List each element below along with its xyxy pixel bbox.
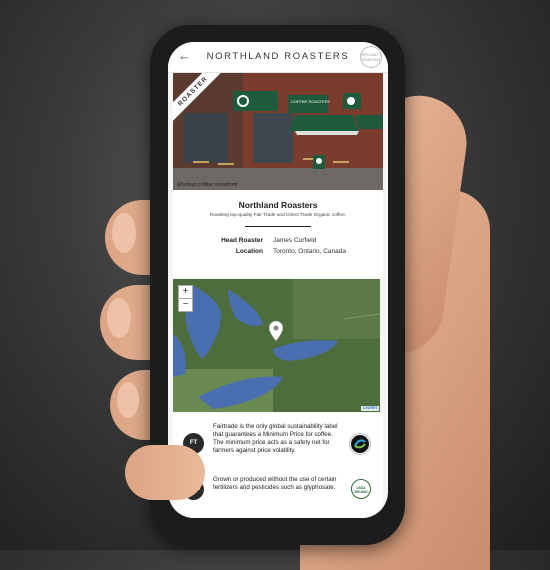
page-title: NORTHLAND ROASTERS: [206, 51, 350, 62]
storefront-sign: COFFEE ROASTERY: [291, 99, 331, 104]
organic-description: Grown or produced without the use of cer…: [213, 476, 337, 491]
storefront-illustration: COFFEE ROASTERY: [173, 73, 383, 190]
fingernail: [107, 298, 131, 338]
finger: [125, 445, 205, 500]
roaster-seal-logo: SPECIALTY ROASTER: [360, 46, 382, 68]
seal-text: SPECIALTY ROASTER: [361, 53, 382, 62]
fingernail: [112, 213, 136, 253]
zoom-in-button[interactable]: +: [178, 285, 193, 299]
location-value: Toronto, Ontario, Canada: [273, 248, 346, 255]
head-roaster-label: Head Roaster: [221, 237, 263, 244]
map-attribution-link[interactable]: Leaflet: [360, 406, 379, 411]
usda-organic-logo-icon: USDA ORGANIC: [351, 479, 371, 499]
fingernail: [117, 382, 139, 418]
location-label: Location: [235, 248, 263, 255]
divider: [245, 226, 311, 227]
app-header: ← NORTHLAND ROASTERS SPECIALTY ROASTER: [168, 42, 388, 73]
certifications-list: FT Fairtrade is the only global sustaina…: [173, 413, 383, 518]
phone-screen: ← NORTHLAND ROASTERS SPECIALTY ROASTER C…: [168, 42, 388, 518]
location-map[interactable]: + − Leaflet: [173, 279, 380, 412]
satellite-map-tiles: [173, 279, 380, 412]
roaster-name: Northland Roasters: [238, 200, 318, 210]
roaster-profile-card: Northland Roasters Roasting top-quality …: [173, 190, 383, 278]
fairtrade-logo-icon: [349, 433, 371, 455]
zoom-out-button[interactable]: −: [178, 298, 193, 312]
storefront-photo: COFFEE ROASTERY ROASTER Mockup coffee st…: [173, 73, 383, 190]
fairtrade-description: Fairtrade is the only global sustainabil…: [213, 423, 338, 454]
photo-caption: Mockup coffee storefront: [177, 182, 238, 188]
roaster-tagline: Roasting top-quality Fair Trade and Dire…: [209, 213, 347, 218]
head-roaster-value: James Curfield: [273, 237, 317, 244]
map-pin-icon[interactable]: [269, 321, 283, 341]
